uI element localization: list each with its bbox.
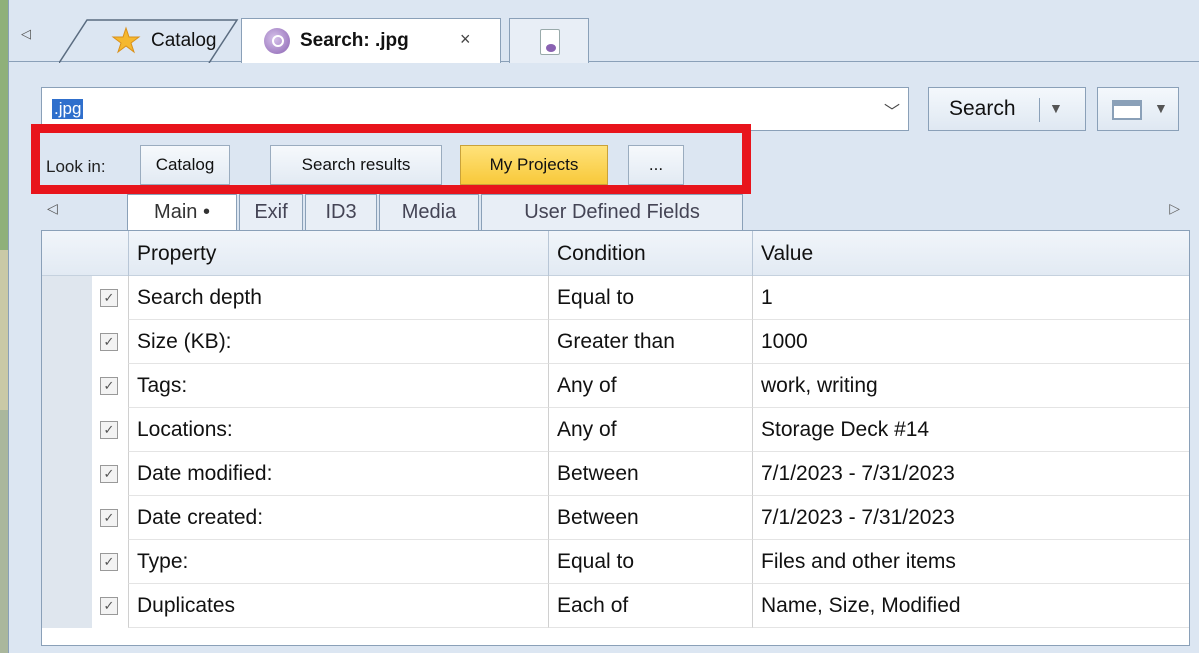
row-gutter bbox=[42, 496, 92, 540]
criteria-scroll-left-icon[interactable]: ◁ bbox=[47, 200, 58, 217]
table-row[interactable]: ✓ Date created: Between 7/1/2023 - 7/31/… bbox=[42, 496, 1189, 540]
search-button-label: Search bbox=[949, 97, 1016, 120]
row-gutter bbox=[42, 584, 92, 628]
cell-value[interactable]: 7/1/2023 - 7/31/2023 bbox=[752, 496, 1189, 540]
row-checkbox[interactable]: ✓ bbox=[100, 465, 118, 483]
column-property[interactable]: Property bbox=[128, 231, 548, 276]
look-in-more-button[interactable]: ... bbox=[628, 145, 684, 185]
criteria-tab-bar: ◁ Main • Exif ID3 Media User Defined Fie… bbox=[41, 194, 1190, 230]
look-in-search-results-button[interactable]: Search results bbox=[270, 145, 442, 185]
tab-scroll-left-icon[interactable]: ◁ bbox=[21, 26, 35, 46]
row-checkbox[interactable]: ✓ bbox=[100, 509, 118, 527]
row-gutter bbox=[42, 364, 92, 408]
look-in-label: Look in: bbox=[46, 157, 106, 176]
search-dropdown-arrow-icon[interactable]: ▼ bbox=[1049, 100, 1063, 116]
row-checkbox[interactable]: ✓ bbox=[100, 333, 118, 351]
cell-condition[interactable]: Any of bbox=[548, 408, 752, 452]
table-row[interactable]: ✓ Tags: Any of work, writing bbox=[42, 364, 1189, 408]
cell-value[interactable]: 1000 bbox=[752, 320, 1189, 364]
search-pane: .jpg ﹀ Search ▼ ▼ Look in: Catalog Searc… bbox=[31, 64, 1199, 653]
cell-value[interactable]: Files and other items bbox=[752, 540, 1189, 584]
close-icon[interactable]: × bbox=[460, 29, 471, 50]
cell-property[interactable]: Search depth bbox=[128, 276, 548, 320]
cell-property[interactable]: Type: bbox=[128, 540, 548, 584]
cell-condition[interactable]: Between bbox=[548, 452, 752, 496]
table-row[interactable]: ✓ Search depth Equal to 1 bbox=[42, 276, 1189, 320]
tab-catalog-label: Catalog bbox=[151, 29, 217, 51]
cell-value[interactable]: 7/1/2023 - 7/31/2023 bbox=[752, 452, 1189, 496]
row-gutter bbox=[42, 276, 92, 320]
document-icon bbox=[540, 29, 560, 55]
desktop-edge bbox=[0, 0, 8, 653]
cell-value[interactable]: Name, Size, Modified bbox=[752, 584, 1189, 628]
cell-property[interactable]: Tags: bbox=[128, 364, 548, 408]
row-checkbox[interactable]: ✓ bbox=[100, 421, 118, 439]
row-checkbox[interactable]: ✓ bbox=[100, 553, 118, 571]
table-row[interactable]: ✓ Type: Equal to Files and other items bbox=[42, 540, 1189, 584]
cell-property[interactable]: Locations: bbox=[128, 408, 548, 452]
tab-search-label: Search: .jpg bbox=[300, 30, 409, 51]
tab-user-defined-fields[interactable]: User Defined Fields bbox=[481, 194, 743, 230]
cell-value[interactable]: Storage Deck #14 bbox=[752, 408, 1189, 452]
row-gutter bbox=[42, 452, 92, 496]
view-dropdown-arrow-icon[interactable]: ▼ bbox=[1154, 100, 1168, 116]
criteria-grid: Property Condition Value ✓ Search depth … bbox=[41, 230, 1190, 646]
cell-value[interactable]: 1 bbox=[752, 276, 1189, 320]
tab-main[interactable]: Main • bbox=[127, 194, 237, 230]
cell-property[interactable]: Date created: bbox=[128, 496, 548, 540]
row-checkbox[interactable]: ✓ bbox=[100, 597, 118, 615]
row-gutter bbox=[42, 540, 92, 584]
table-row[interactable]: ✓ Locations: Any of Storage Deck #14 bbox=[42, 408, 1189, 452]
window-layout-icon bbox=[1112, 100, 1142, 120]
tab-catalog[interactable]: Catalog bbox=[59, 18, 239, 63]
row-gutter bbox=[42, 320, 92, 364]
column-value[interactable]: Value bbox=[752, 231, 1189, 276]
cell-condition[interactable]: Any of bbox=[548, 364, 752, 408]
tab-search[interactable]: Search: .jpg × bbox=[241, 18, 501, 63]
cell-condition[interactable]: Equal to bbox=[548, 540, 752, 584]
cell-condition[interactable]: Each of bbox=[548, 584, 752, 628]
split-separator bbox=[1039, 98, 1040, 122]
row-checkbox[interactable]: ✓ bbox=[100, 289, 118, 307]
column-condition[interactable]: Condition bbox=[548, 231, 752, 276]
chevron-down-icon[interactable]: ﹀ bbox=[884, 98, 900, 122]
criteria-scroll-right-icon[interactable]: ▷ bbox=[1169, 200, 1180, 217]
cell-condition[interactable]: Greater than bbox=[548, 320, 752, 364]
cell-property[interactable]: Size (KB): bbox=[128, 320, 548, 364]
grid-header: Property Condition Value bbox=[42, 231, 1189, 276]
row-checkbox[interactable]: ✓ bbox=[100, 377, 118, 395]
row-gutter bbox=[42, 408, 92, 452]
table-row[interactable]: ✓ Size (KB): Greater than 1000 bbox=[42, 320, 1189, 364]
table-row[interactable]: ✓ Date modified: Between 7/1/2023 - 7/31… bbox=[42, 452, 1189, 496]
look-in-highlight: Look in: Catalog Search results My Proje… bbox=[31, 124, 751, 194]
cell-condition[interactable]: Equal to bbox=[548, 276, 752, 320]
tab-new[interactable] bbox=[509, 18, 589, 63]
cell-property[interactable]: Duplicates bbox=[128, 584, 548, 628]
tab-media[interactable]: Media bbox=[379, 194, 479, 230]
tab-exif[interactable]: Exif bbox=[239, 194, 303, 230]
cell-property[interactable]: Date modified: bbox=[128, 452, 548, 496]
search-window: ◁ Catalog Search: .jpg × .jpg ﹀ Search ▼… bbox=[8, 0, 1199, 653]
table-row[interactable]: ✓ Duplicates Each of Name, Size, Modifie… bbox=[42, 584, 1189, 628]
look-in-catalog-button[interactable]: Catalog bbox=[140, 145, 230, 185]
view-layout-button[interactable]: ▼ bbox=[1097, 87, 1179, 131]
cell-condition[interactable]: Between bbox=[548, 496, 752, 540]
document-tab-bar: ◁ Catalog Search: .jpg × bbox=[9, 0, 1199, 63]
catalog-star-icon bbox=[111, 26, 141, 54]
tab-id3[interactable]: ID3 bbox=[305, 194, 377, 230]
look-in-my-projects-button[interactable]: My Projects bbox=[460, 145, 608, 185]
search-button[interactable]: Search ▼ bbox=[928, 87, 1086, 131]
search-tab-icon bbox=[264, 28, 290, 54]
search-query-text[interactable]: .jpg bbox=[52, 99, 84, 119]
cell-value[interactable]: work, writing bbox=[752, 364, 1189, 408]
